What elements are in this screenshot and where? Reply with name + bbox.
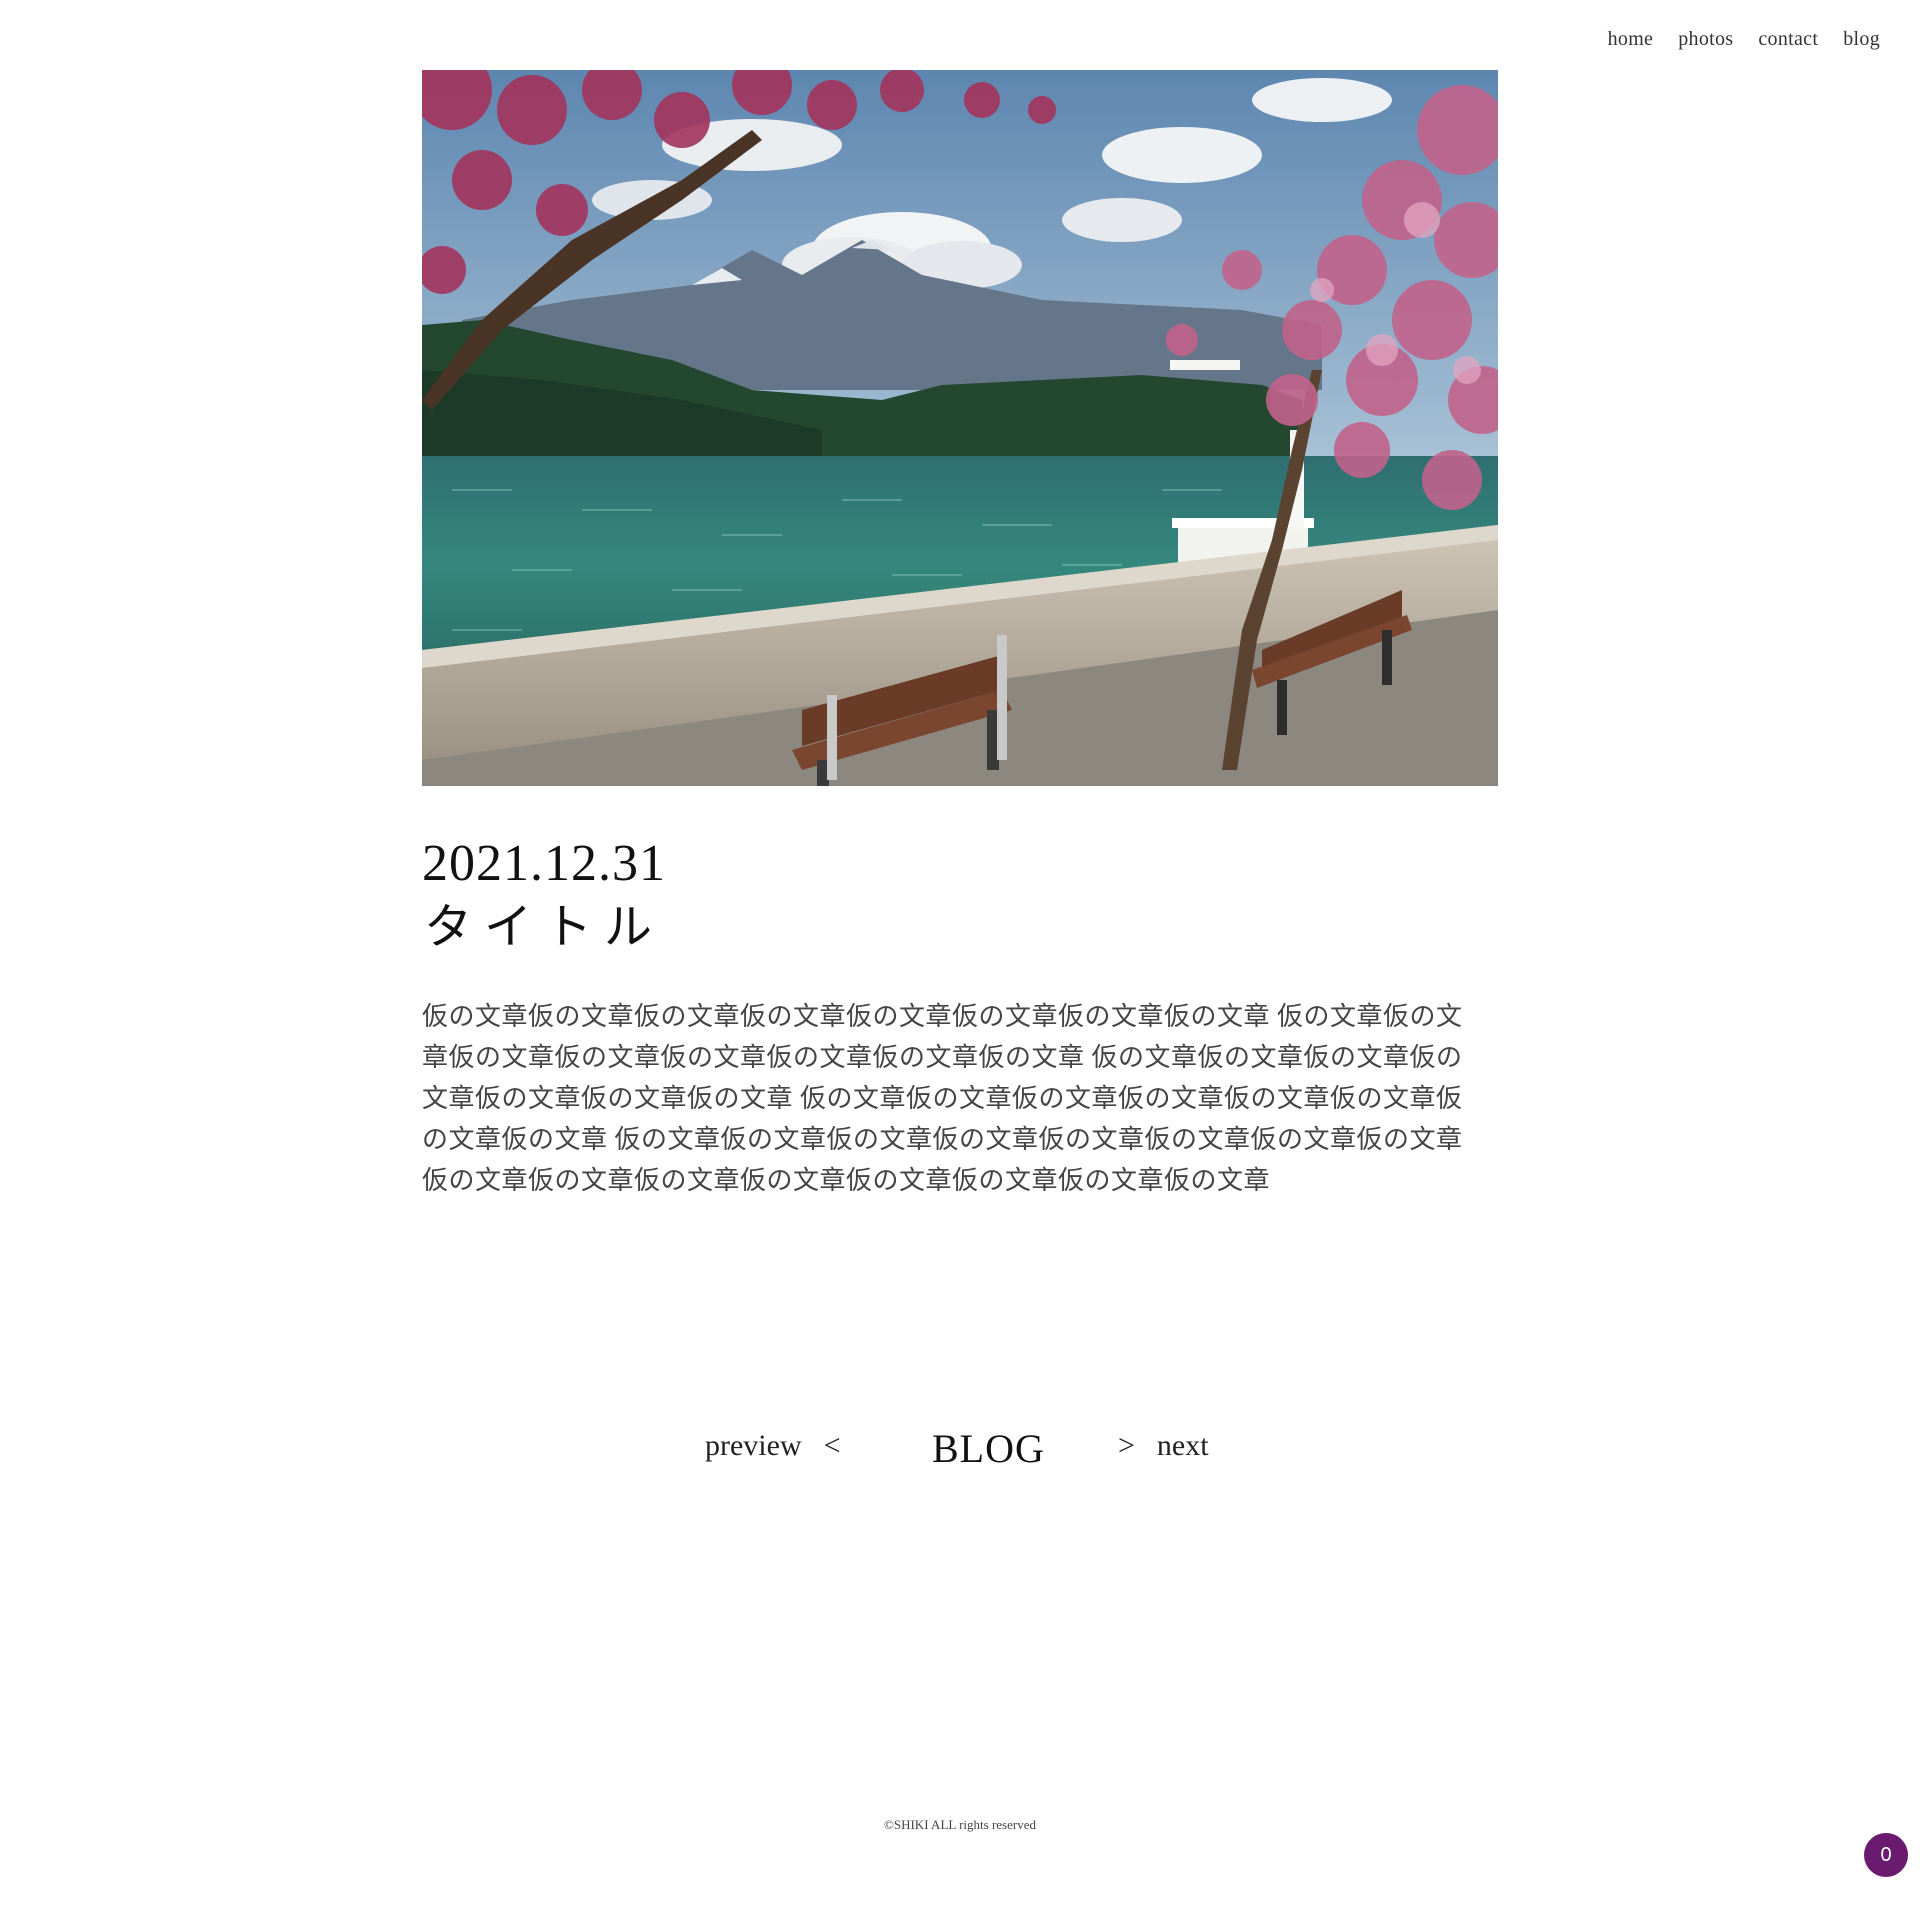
post-pager: preview < BLOG > next	[0, 1425, 1920, 1475]
nav-photos-link[interactable]: photos	[1678, 28, 1733, 51]
prev-post-link[interactable]: preview <	[705, 1429, 841, 1463]
blog-index-link[interactable]: BLOG	[932, 1425, 1045, 1472]
top-nav: home photos contact blog	[1608, 28, 1880, 51]
post-title: タイトル	[424, 901, 665, 954]
notification-badge[interactable]: 0	[1864, 1833, 1908, 1877]
next-post-link[interactable]: > next	[1118, 1429, 1209, 1463]
prev-label: preview	[705, 1429, 802, 1462]
lakeside-blossom-illustration	[422, 70, 1498, 786]
nav-contact-link[interactable]: contact	[1758, 28, 1818, 51]
hero-photo	[422, 70, 1498, 786]
nav-blog-link[interactable]: blog	[1843, 28, 1880, 51]
chevron-right-icon: >	[1118, 1429, 1135, 1462]
next-label: next	[1156, 1429, 1209, 1462]
post-body-text: 仮の文章仮の文章仮の文章仮の文章仮の文章仮の文章仮の文章仮の文章 仮の文章仮の文…	[422, 1002, 1463, 1195]
footer-copyright: ©SHIKI ALL rights reserved	[883, 1817, 1036, 1832]
nav-home-link[interactable]: home	[1608, 28, 1654, 51]
post-date: 2021.12.31	[422, 835, 666, 892]
chevron-left-icon: <	[823, 1429, 841, 1462]
